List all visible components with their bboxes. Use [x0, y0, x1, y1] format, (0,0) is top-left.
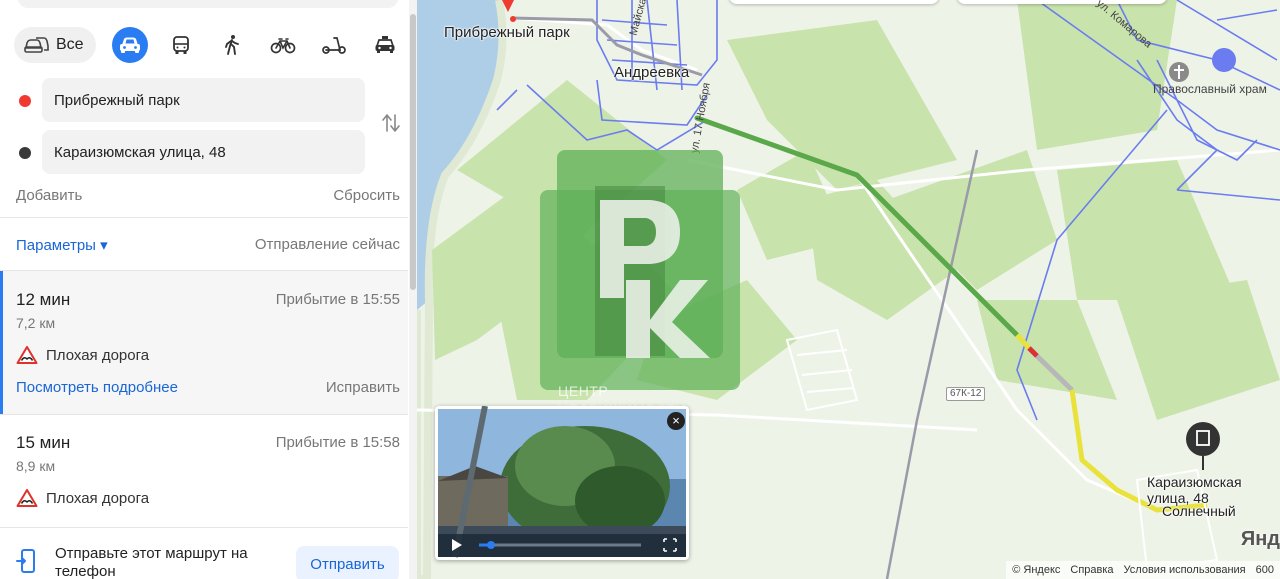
village-label: Андреевка — [614, 64, 690, 81]
mode-all-button[interactable]: Все — [14, 27, 96, 63]
swap-points-button[interactable] — [378, 110, 404, 136]
search-bar[interactable] — [18, 0, 398, 8]
transport-modes: Все — [14, 27, 403, 63]
map-view[interactable]: Прибрежный парк Андреевка Православный х… — [417, 0, 1280, 579]
mode-all-label: Все — [56, 36, 84, 53]
mode-taxi-button[interactable] — [367, 27, 403, 63]
route-details-link[interactable]: Посмотреть подробнее — [16, 379, 178, 396]
params-dropdown[interactable]: Параметры ▾ — [16, 236, 108, 254]
phone-send-icon — [16, 549, 35, 573]
route-warning: Плохая дорога — [16, 488, 149, 508]
divider — [0, 217, 408, 218]
route-duration: 12 мин — [16, 290, 71, 309]
route-duration: 15 мин — [16, 433, 71, 452]
map-control[interactable] — [729, 0, 939, 4]
taxi-icon — [375, 36, 395, 53]
bad-road-icon — [16, 346, 38, 364]
church-label: Православный храм — [1153, 82, 1267, 96]
route-warning-label: Плохая дорога — [46, 346, 150, 364]
start-marker-icon — [19, 95, 31, 107]
route-distance: 8,9 км — [16, 458, 56, 474]
mode-walk-button[interactable] — [214, 27, 250, 63]
solnechny-label: Солнечный — [1162, 503, 1236, 519]
car-icon — [119, 37, 140, 53]
mode-car-button[interactable] — [111, 27, 148, 63]
send-route-text: Отправьте этот маршрут на телефон — [55, 545, 248, 579]
route-fix-link[interactable]: Исправить — [326, 379, 400, 396]
add-point-button[interactable]: Добавить — [16, 187, 82, 204]
mode-bike-button[interactable] — [265, 27, 301, 63]
watermark-logo — [540, 150, 740, 390]
yandex-logo: Янд — [1240, 528, 1280, 550]
end-marker-icon — [19, 147, 31, 159]
departure-time[interactable]: Отправление сейчас — [255, 236, 400, 253]
video-close-button[interactable]: × — [667, 412, 685, 430]
route-panel: Все Прибрежный парк Караизюмская улица, … — [0, 0, 417, 579]
mode-scooter-button[interactable] — [316, 27, 352, 63]
mode-bus-button[interactable] — [163, 27, 199, 63]
send-button[interactable]: Отправить — [296, 546, 399, 579]
video-preview[interactable]: × — [435, 406, 689, 560]
route-point-from: Прибрежный парк — [0, 78, 408, 122]
route-option-1[interactable]: 12 мин Прибытие в 15:55 7,2 км Плохая до… — [0, 271, 408, 414]
destination-label: Караизюмская улица, 48 — [1147, 474, 1242, 506]
from-field[interactable]: Прибрежный парк — [42, 78, 365, 122]
map-control[interactable] — [957, 0, 1167, 4]
scale-label: 600 — [1255, 564, 1274, 576]
send-to-phone: Отправьте этот маршрут на телефон Отправ… — [0, 527, 408, 579]
road-number-badge: 67К-12 — [946, 387, 986, 401]
route-option-2[interactable]: 15 мин Прибытие в 15:58 8,9 км Плохая до… — [0, 415, 408, 527]
copyright-link[interactable]: © Яндекс — [1012, 564, 1060, 576]
bicycle-icon — [270, 38, 295, 54]
route-arrival: Прибытие в 15:58 — [275, 434, 400, 451]
scrollbar-thumb[interactable] — [410, 14, 416, 290]
route-warning-label: Плохая дорога — [46, 489, 150, 507]
cars-icon — [24, 37, 49, 53]
to-field[interactable]: Караизюмская улица, 48 — [42, 130, 365, 174]
map-footer: © Яндекс Справка Условия использования 6… — [1006, 561, 1280, 579]
bad-road-icon — [16, 489, 38, 507]
help-link[interactable]: Справка — [1070, 564, 1113, 576]
swap-arrows-icon — [382, 114, 400, 132]
route-point-to: Караизюмская улица, 48 — [0, 130, 408, 174]
divider — [0, 527, 408, 528]
route-warning: Плохая дорога — [16, 345, 149, 365]
terms-link[interactable]: Условия использования — [1124, 564, 1246, 576]
start-label: Прибрежный парк — [444, 24, 570, 41]
reset-button[interactable]: Сбросить — [333, 187, 400, 204]
pedestrian-icon — [224, 35, 239, 55]
scooter-icon — [321, 37, 346, 54]
route-distance: 7,2 км — [16, 315, 56, 331]
video-frame — [438, 406, 686, 558]
bus-icon — [172, 36, 189, 54]
route-arrival: Прибытие в 15:55 — [275, 291, 400, 308]
